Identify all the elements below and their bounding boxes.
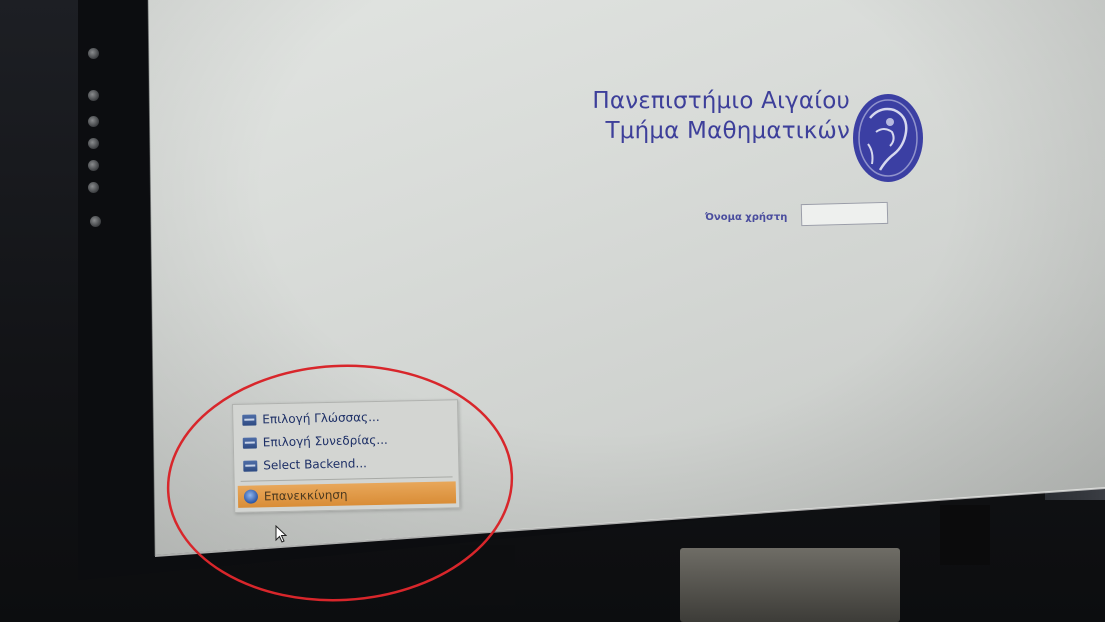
desk: [680, 548, 900, 622]
session-menu: Επιλογή Γλώσσας... Επιλογή Συνεδρίας... …: [232, 399, 461, 513]
language-icon: [242, 413, 257, 426]
university-header: Πανεπιστήμιο Αιγαίου Τμήμα Μαθηματικών: [590, 86, 850, 146]
menu-item-language[interactable]: Επιλογή Γλώσσας...: [236, 404, 454, 431]
university-name: Πανεπιστήμιο Αιγαίου: [592, 88, 850, 114]
mouse-cursor-icon: [275, 525, 287, 543]
menu-item-label: Select Backend...: [263, 456, 368, 473]
username-input[interactable]: [800, 201, 889, 227]
backend-icon: [243, 459, 258, 472]
menu-item-restart[interactable]: Επανεκκίνηση: [237, 481, 457, 508]
bezel-button: [88, 90, 99, 101]
bezel-button: [88, 48, 99, 59]
bezel-button: [88, 116, 99, 127]
university-seal-icon: [853, 94, 923, 182]
bezel-button: [88, 160, 99, 171]
session-icon: [242, 436, 257, 449]
menu-item-label: Επανεκκίνηση: [263, 487, 348, 504]
menu-separator: [240, 476, 453, 482]
username-label: Όνομα χρήστη: [705, 212, 788, 223]
menu-item-label: Επιλογή Γλώσσας...: [262, 409, 380, 427]
bezel-button: [88, 182, 99, 193]
speaker: [940, 505, 990, 565]
menu-item-backend[interactable]: Select Backend...: [237, 450, 455, 477]
menu-item-session[interactable]: Επιλογή Συνεδρίας...: [237, 427, 455, 454]
menu-item-label: Επιλογή Συνεδρίας...: [262, 432, 388, 450]
bezel-button: [88, 138, 99, 149]
bezel-button: [90, 216, 101, 227]
department-name: Τμήμα Μαθηματικών: [605, 118, 850, 144]
restart-icon: [243, 489, 259, 504]
device-box: [460, 545, 515, 605]
bezel-controls: [84, 20, 120, 240]
